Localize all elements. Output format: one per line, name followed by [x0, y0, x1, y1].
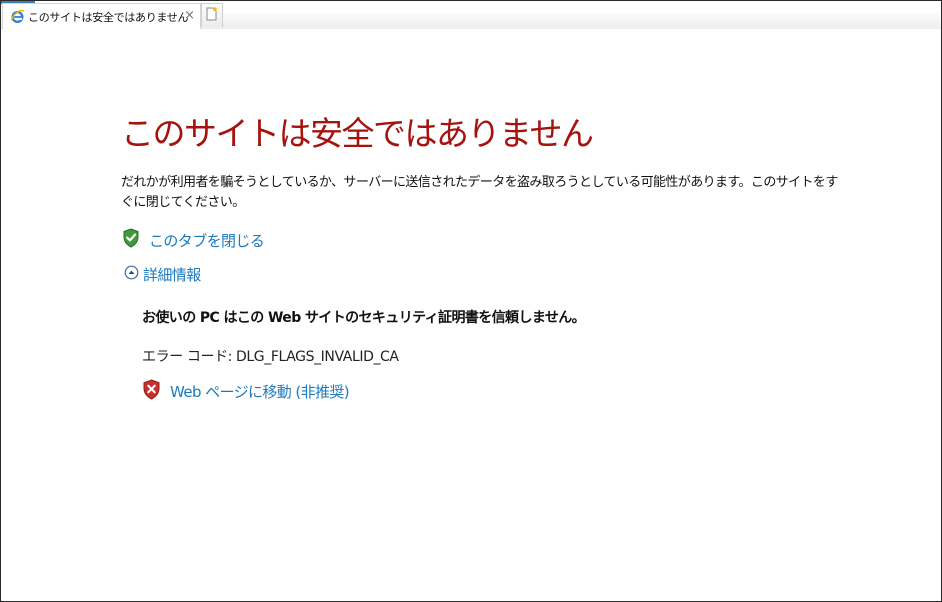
go-to-page-label: Web ページに移動 (非推奨) — [170, 383, 350, 401]
new-tab-icon — [205, 6, 219, 26]
active-tab[interactable]: このサイトは安全ではありません × — [2, 3, 201, 29]
tab-title: このサイトは安全ではありません — [28, 10, 189, 24]
more-information-toggle[interactable]: 詳細情報 — [124, 264, 201, 285]
tab-strip: このサイトは安全ではありません × — [1, 1, 941, 29]
close-tab-link[interactable]: このタブを閉じる — [122, 228, 265, 252]
page-description: だれかが利用者を騙そうとしているか、サーバーに送信されたデータを盗み取ろうとして… — [121, 175, 838, 210]
certificate-message: お使いの PC はこの Web サイトのセキュリティ証明書を信頼しません。 — [142, 310, 586, 326]
error-code: エラー コード: DLG_FLAGS_INVALID_CA — [142, 349, 399, 365]
red-shield-icon — [142, 379, 161, 404]
browser-window: このサイトは安全ではありません × このサイトは安全ではありません だれかが利用… — [0, 0, 942, 602]
ie-icon — [9, 9, 25, 25]
green-shield-icon — [122, 228, 140, 252]
details-section: お使いの PC はこの Web サイトのセキュリティ証明書を信頼しません。 — [142, 307, 586, 327]
chevron-up-icon — [124, 265, 139, 284]
new-tab-button[interactable] — [201, 3, 223, 27]
page-title: このサイトは安全ではありません — [121, 114, 594, 153]
go-to-page-link[interactable]: Web ページに移動 (非推奨) — [142, 379, 350, 404]
more-information-label: 詳細情報 — [143, 266, 201, 284]
tab-close-icon[interactable]: × — [184, 8, 195, 23]
close-tab-label: このタブを閉じる — [149, 231, 265, 250]
